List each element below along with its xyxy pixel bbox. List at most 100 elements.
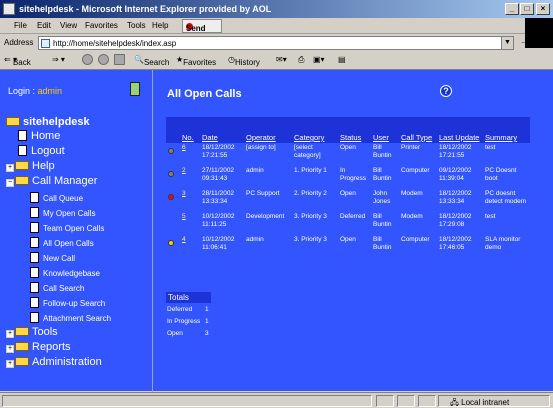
nav-knowledgebase[interactable]: Knowledgebase (30, 267, 100, 278)
stop-icon[interactable] (82, 54, 93, 65)
status-cell (397, 395, 415, 407)
nav-logout[interactable]: Logout (18, 145, 65, 157)
nav-root[interactable]: sitehelpdesk (6, 116, 90, 128)
chevron-down-icon[interactable]: ▼ (501, 37, 513, 49)
login-user: admin (37, 86, 63, 96)
table-row[interactable]: 2 27/11/2002 09:31:43 admin 1. Priority 1 In… (166, 166, 530, 189)
expand-icon[interactable]: + (6, 345, 14, 353)
nav-follow-up-search[interactable]: Follow-up Search (30, 297, 105, 308)
col-no[interactable]: No. (180, 117, 200, 143)
history-button[interactable]: ◷ History (228, 55, 260, 67)
call-number-link[interactable]: 5 (182, 213, 186, 220)
nav-new-call[interactable]: New Call (30, 252, 75, 263)
address-input[interactable]: http://home/sitehelpdesk/index.asp ▼ (38, 36, 514, 50)
menu-help[interactable]: Help (152, 21, 168, 30)
nav-tools[interactable]: + Tools (6, 326, 58, 338)
expand-icon[interactable]: + (6, 360, 14, 368)
nav-reports[interactable]: + Reports (6, 341, 71, 353)
back-button[interactable]: ⇐ Back ▾ (4, 55, 31, 67)
col-summary[interactable]: Summary (483, 117, 530, 143)
calls-table: No. Date Operator Category Status User C… (166, 117, 530, 258)
cell-summary: test (485, 144, 496, 151)
nav-all-open-calls[interactable]: All Open Calls (30, 237, 94, 248)
expand-icon[interactable]: + (6, 330, 14, 338)
cell-operator: PC Support (246, 190, 280, 197)
table-row[interactable]: 6 18/12/2002 17:21:55 [assign to] [select c… (166, 143, 530, 166)
menu-file[interactable]: File (14, 21, 27, 30)
collapse-icon[interactable]: − (6, 179, 14, 187)
nav-team-open-calls[interactable]: Team Open Calls (30, 222, 104, 233)
edit-icon[interactable]: ▣▾ (313, 55, 325, 64)
call-number-link[interactable]: 3 (182, 190, 186, 197)
status-cell (376, 395, 394, 407)
col-user[interactable]: User (371, 117, 399, 143)
mail-icon[interactable]: ✉▾ (276, 55, 287, 64)
nav-call-queue[interactable]: Call Queue (30, 192, 83, 203)
window-title: sitehelpdesk - Microsoft Internet Explor… (19, 4, 272, 14)
cell-category: 2. Priority 2 (294, 190, 327, 197)
aol-send-button[interactable]: Send (182, 19, 222, 33)
expand-icon[interactable]: + (6, 164, 14, 172)
nav-my-open-calls[interactable]: My Open Calls (30, 207, 95, 218)
document-icon (30, 207, 39, 218)
close-button[interactable]: × (536, 3, 550, 15)
col-last-update[interactable]: Last Update (437, 117, 483, 143)
cell-summary: test (485, 213, 496, 220)
nav-help[interactable]: + Help (6, 160, 55, 172)
nav-home[interactable]: Home (18, 130, 60, 142)
nav-call-search[interactable]: Call Search (30, 282, 84, 293)
col-status[interactable]: Status (338, 117, 371, 143)
col-operator[interactable]: Operator (244, 117, 292, 143)
status-dot-icon (168, 148, 174, 154)
call-number-link[interactable]: 6 (182, 144, 186, 151)
discuss-icon[interactable]: ▤ (338, 55, 346, 64)
cell-status: In Progress (340, 167, 367, 182)
cell-date: 10/12/2002 11:06:41 (202, 236, 235, 251)
cell-user: Bill Buntin (373, 144, 392, 159)
cell-updated: 09/12/2002 11:39:04 (439, 167, 472, 182)
menu-view[interactable]: View (60, 21, 77, 30)
menu-edit[interactable]: Edit (37, 21, 51, 30)
refresh-icon[interactable] (98, 54, 109, 65)
col-call-type[interactable]: Call Type (399, 117, 437, 143)
menu-favorites[interactable]: Favorites (85, 21, 118, 30)
favorites-button[interactable]: ★ Favorites (176, 55, 216, 67)
cell-status: Deferred (340, 213, 366, 220)
maximize-button[interactable]: □ (520, 3, 534, 15)
cell-summary: PC Doesnt boot (485, 167, 517, 182)
status-bar: 🖧 Local intranet (0, 392, 553, 408)
cell-date: 28/11/2002 13:33:34 (202, 190, 235, 205)
col-date[interactable]: Date (200, 117, 244, 143)
go-button[interactable]: → Go (520, 37, 541, 46)
cell-status: Open (340, 236, 356, 243)
call-number-link[interactable]: 4 (182, 236, 186, 243)
table-row[interactable]: 4 10/12/2002 11:06:41 admin 3. Priority 3 Op… (166, 235, 530, 258)
minimize-button[interactable]: _ (505, 3, 519, 15)
totals-label: Deferred (167, 306, 193, 313)
call-number-link[interactable]: 2 (182, 167, 186, 174)
forward-button[interactable]: ⇒ ▾ (52, 55, 65, 64)
folder-icon (15, 327, 29, 336)
menu-bar: File Edit View Favorites Tools Help Send (0, 18, 553, 34)
table-row[interactable]: 3 28/11/2002 13:33:34 PC Support 2. Priorit… (166, 189, 530, 212)
document-icon (18, 145, 27, 156)
cell-category: 3. Priority 3 (294, 236, 327, 243)
folder-icon (15, 357, 29, 366)
nav-attachment-search[interactable]: Attachment Search (30, 312, 111, 323)
table-row[interactable]: 5 10/12/2002 11:11:25 Development 3. Priori… (166, 212, 530, 235)
calculator-icon[interactable] (130, 82, 140, 96)
ie-page-icon (3, 3, 15, 15)
menu-tools[interactable]: Tools (127, 21, 146, 30)
help-icon[interactable]: ? (440, 85, 452, 97)
nav-call-manager[interactable]: − Call Manager (6, 175, 97, 187)
print-icon[interactable]: ⎙ (298, 55, 304, 65)
home-icon[interactable] (114, 54, 125, 65)
status-indicator-cell (166, 212, 180, 235)
nav-administration[interactable]: + Administration (6, 356, 102, 368)
totals-row: Open 3 (167, 330, 209, 337)
cell-date: 18/12/2002 17:21:55 (202, 144, 235, 159)
col-category[interactable]: Category (292, 117, 338, 143)
totals-row: In Progress 1 (167, 318, 209, 325)
search-button[interactable]: 🔍 Search (134, 55, 169, 67)
cell-category: 1. Priority 1 (294, 167, 327, 174)
